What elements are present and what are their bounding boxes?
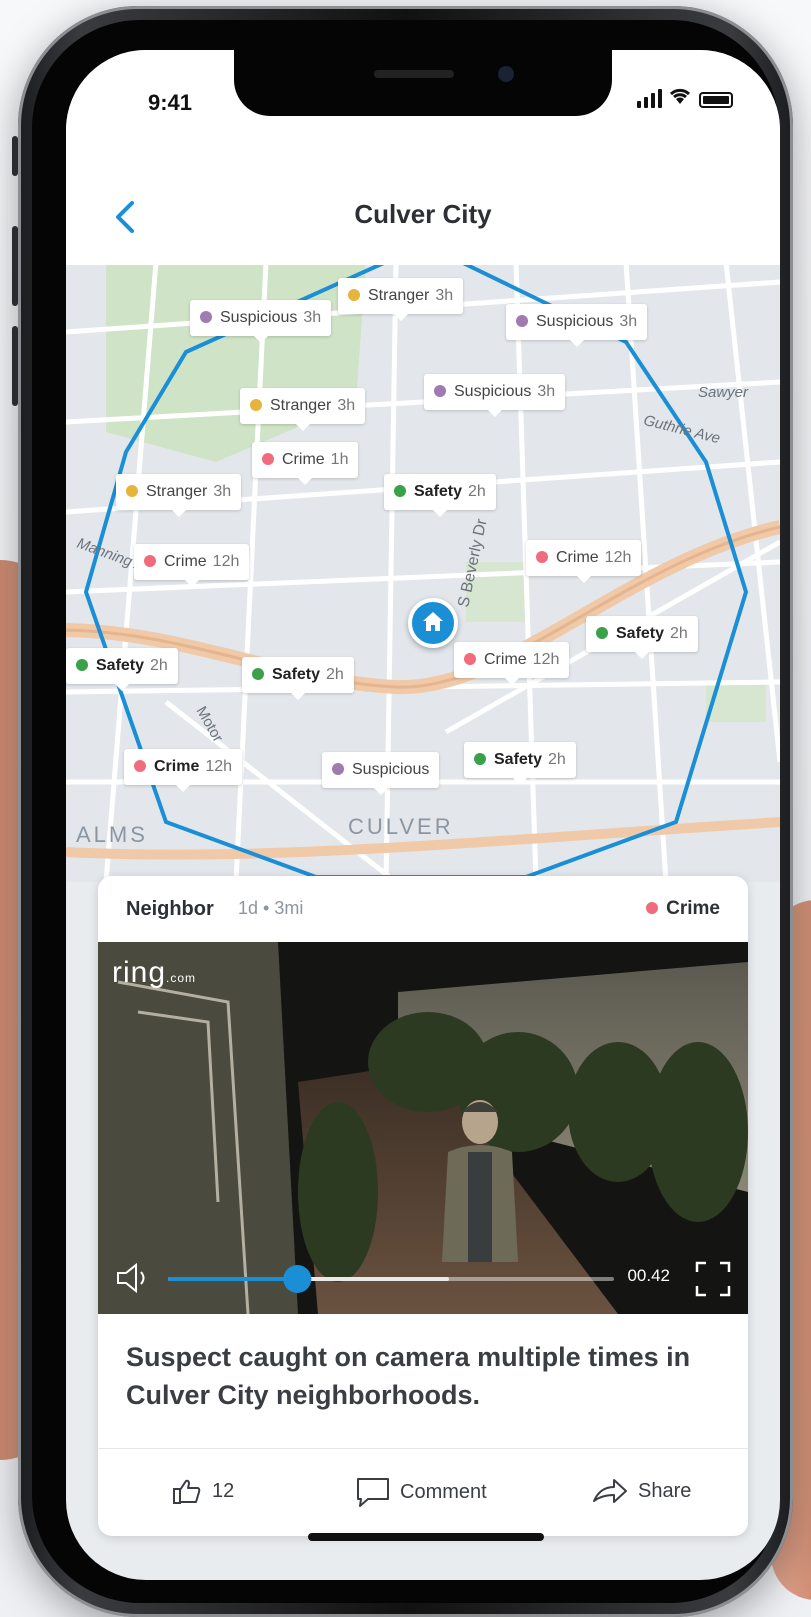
status-bar: 9:41 [66, 50, 780, 165]
map-pin-crime[interactable]: Crime 12h [454, 642, 570, 685]
wifi-icon [667, 86, 693, 110]
post-card[interactable]: Neighbor 1d • 3mi Crime ring.com 00.42 S… [98, 876, 748, 1536]
share-icon [593, 1479, 627, 1503]
map-pin-stranger[interactable]: Stranger 3h [116, 474, 242, 517]
category-dot [536, 551, 548, 563]
page-title: Culver City [354, 199, 492, 229]
scrubber-handle[interactable] [283, 1265, 312, 1293]
map-pin-safety[interactable]: Safety 2h [586, 616, 698, 659]
map-pin-crime[interactable]: Crime 1h [252, 442, 359, 485]
category-dot [144, 555, 156, 567]
post-category-badge[interactable]: Crime [646, 898, 720, 920]
category-dot [464, 653, 476, 665]
map-pin-suspicious[interactable]: Suspicious 3h [506, 304, 648, 347]
category-dot [332, 763, 344, 775]
map-pin-safety[interactable]: Safety 2h [66, 648, 178, 691]
video-scrubber[interactable] [168, 1264, 614, 1294]
category-dot [474, 753, 486, 765]
status-time: 9:41 [148, 90, 193, 115]
category-dot [596, 627, 608, 639]
video-player[interactable]: ring.com 00.42 [98, 942, 748, 1314]
phone-frame: S Beverly Dr Guthrie Ave Sawyer Manning … [12, 6, 793, 1617]
category-dot [250, 399, 262, 411]
thumbs-up-icon [173, 1479, 201, 1504]
map-pin-suspicious[interactable]: Suspicious [322, 752, 440, 795]
post-author: Neighbor [126, 898, 214, 920]
map-pin-crime[interactable]: Crime 12h [526, 540, 642, 583]
fullscreen-icon[interactable] [694, 1260, 732, 1298]
volume-down-button [12, 326, 18, 406]
comment-button[interactable]: Comment [356, 1477, 487, 1507]
category-dot [134, 760, 146, 772]
map-pin-suspicious[interactable]: Suspicious 3h [190, 300, 332, 343]
video-elapsed-time: 00.42 [627, 1266, 670, 1285]
category-dot [126, 485, 138, 497]
map-pin-stranger[interactable]: Stranger 3h [338, 278, 464, 321]
map-pin-crime[interactable]: Crime 12h [124, 749, 243, 792]
like-button[interactable]: 12 [172, 1477, 234, 1505]
category-dot [516, 315, 528, 327]
volume-up-button [12, 226, 18, 306]
post-actions: 12 Comment Share [98, 1448, 748, 1536]
category-dot [348, 289, 360, 301]
marketing-stage: S Beverly Dr Guthrie Ave Sawyer Manning … [0, 0, 811, 1617]
category-dot [262, 453, 274, 465]
category-dot [252, 668, 264, 680]
category-dot [200, 311, 212, 323]
map-pin-safety[interactable]: Safety 2h [242, 657, 354, 700]
nav-header: Culver City [66, 165, 780, 265]
map-area-label: ALMS [76, 822, 148, 847]
comment-icon [357, 1478, 389, 1507]
map-area-label: CULVER [348, 814, 454, 839]
home-indicator [308, 1533, 544, 1541]
post-meta: 1d • 3mi [238, 898, 304, 918]
home-icon [423, 612, 443, 631]
map-pin-crime[interactable]: Crime 12h [134, 544, 250, 587]
share-button[interactable]: Share [592, 1477, 691, 1505]
cellular-signal-icon [637, 88, 662, 108]
crime-dot-icon [646, 902, 659, 914]
svg-text:Sawyer: Sawyer [698, 384, 749, 401]
map-pin-suspicious[interactable]: Suspicious 3h [424, 374, 566, 417]
map-pin-stranger[interactable]: Stranger 3h [240, 388, 366, 431]
video-controls: 00.42 [98, 1244, 748, 1314]
post-header: Neighbor 1d • 3mi Crime [98, 876, 748, 942]
category-dot [394, 485, 406, 497]
category-dot [76, 659, 88, 671]
ring-watermark-logo: ring.com [112, 956, 197, 989]
map-pin-safety[interactable]: Safety 2h [384, 474, 496, 517]
category-dot [434, 385, 446, 397]
phone-notch [234, 50, 612, 116]
volume-icon[interactable] [114, 1262, 154, 1294]
app-screen: S Beverly Dr Guthrie Ave Sawyer Manning … [66, 50, 780, 1580]
earpiece [374, 70, 454, 78]
like-count: 12 [212, 1479, 235, 1502]
incident-map[interactable]: S Beverly Dr Guthrie Ave Sawyer Manning … [66, 262, 780, 882]
share-label: Share [638, 1479, 692, 1502]
map-pin-safety[interactable]: Safety 2h [464, 742, 576, 785]
post-caption: Suspect caught on camera multiple times … [126, 1342, 691, 1410]
comment-label: Comment [400, 1480, 487, 1503]
battery-icon [699, 92, 733, 108]
mute-switch [12, 136, 18, 176]
front-camera [498, 66, 514, 82]
home-location-pin[interactable] [408, 598, 458, 648]
